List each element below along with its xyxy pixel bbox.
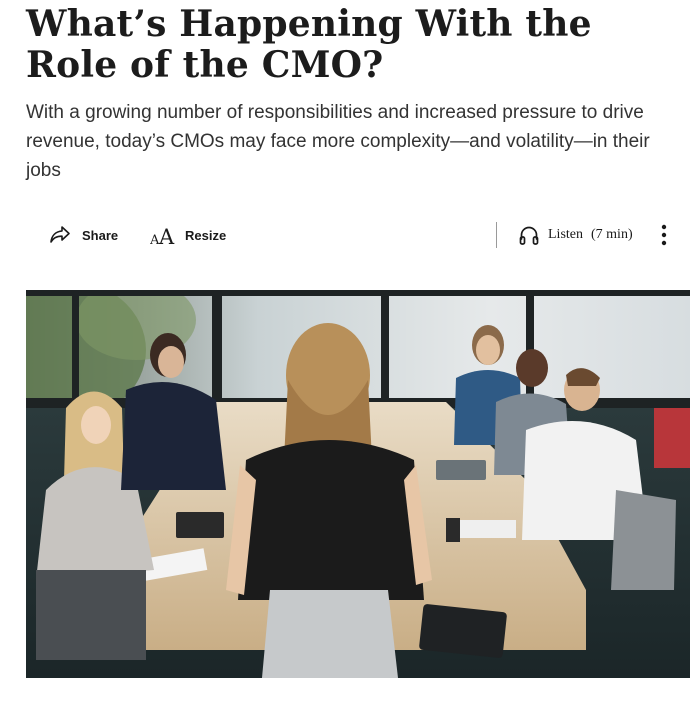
listen-button[interactable]: Listen (7 min): [518, 218, 633, 252]
svg-text:A: A: [158, 225, 175, 247]
listen-label: Listen: [548, 227, 583, 242]
listen-duration: (7 min): [591, 227, 633, 242]
resize-label: Resize: [185, 227, 227, 243]
article-dek: With a growing number of responsibilitie…: [26, 102, 650, 181]
share-button[interactable]: Share: [48, 218, 118, 252]
resize-button[interactable]: A A Resize: [150, 218, 226, 252]
headphones-icon: [518, 224, 540, 246]
toolbar-divider: [496, 222, 497, 248]
article-headline: What’s Happening With the Role of the CM…: [26, 3, 592, 86]
hero-image: [26, 290, 690, 678]
more-vertical-icon: [661, 224, 667, 246]
more-options-button[interactable]: [656, 218, 672, 252]
share-label: Share: [82, 227, 119, 243]
article-toolbar: Share A A Resize Listen (7 min): [26, 218, 682, 252]
resize-icon: A A: [150, 223, 176, 247]
share-icon: [48, 223, 72, 247]
